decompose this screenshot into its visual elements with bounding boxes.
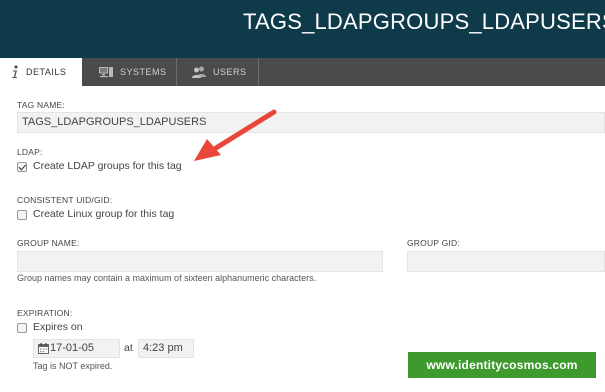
tag-name-label: TAG NAME: xyxy=(17,100,65,110)
group-name-hint: Group names may contain a maximum of six… xyxy=(17,273,317,283)
group-name-input[interactable] xyxy=(17,251,383,272)
ldap-checkbox[interactable] xyxy=(17,162,27,172)
expiry-status-text: Tag is NOT expired. xyxy=(33,361,113,371)
page-header: TAGS_LDAPGROUPS_LDAPUSERS xyxy=(0,0,605,58)
expiry-date-value: 17-01-05 xyxy=(50,342,95,354)
page-title: TAGS_LDAPGROUPS_LDAPUSERS xyxy=(243,9,605,34)
ldap-label: LDAP: xyxy=(17,147,43,157)
tab-users-label: USERS xyxy=(213,67,247,77)
linux-group-checkbox-label: Create Linux group for this tag xyxy=(33,208,175,220)
computer-icon xyxy=(98,66,114,78)
group-gid-input[interactable] xyxy=(407,251,605,272)
annotation-arrow-icon xyxy=(194,109,277,161)
tab-bar: DETAILS SYSTEMS USERS xyxy=(0,58,605,86)
at-label: at xyxy=(124,342,133,354)
watermark-banner: www.identitycosmos.com xyxy=(408,352,596,378)
tag-name-input[interactable]: TAGS_LDAPGROUPS_LDAPUSERS xyxy=(17,112,605,133)
uid-gid-label: CONSISTENT UID/GID: xyxy=(17,195,113,205)
group-name-label: GROUP NAME: xyxy=(17,238,80,248)
expires-checkbox[interactable] xyxy=(17,323,27,333)
tab-systems-label: SYSTEMS xyxy=(120,67,167,77)
tab-systems[interactable]: SYSTEMS xyxy=(82,58,177,86)
users-icon xyxy=(191,66,207,78)
tab-users[interactable]: USERS xyxy=(177,58,259,86)
calendar-icon xyxy=(38,343,49,354)
tab-details-label: DETAILS xyxy=(26,67,67,77)
linux-group-checkbox[interactable] xyxy=(17,210,27,220)
tab-details[interactable]: DETAILS xyxy=(0,58,82,86)
ldap-checkbox-label: Create LDAP groups for this tag xyxy=(33,160,182,172)
info-icon xyxy=(10,65,20,79)
group-gid-label: GROUP GID: xyxy=(407,238,460,248)
expiry-time-input[interactable]: 4:23 pm xyxy=(138,339,194,358)
expiry-date-input[interactable]: 17-01-05 xyxy=(33,339,120,358)
expiration-label: EXPIRATION: xyxy=(17,308,73,318)
expires-checkbox-label: Expires on xyxy=(33,321,83,333)
